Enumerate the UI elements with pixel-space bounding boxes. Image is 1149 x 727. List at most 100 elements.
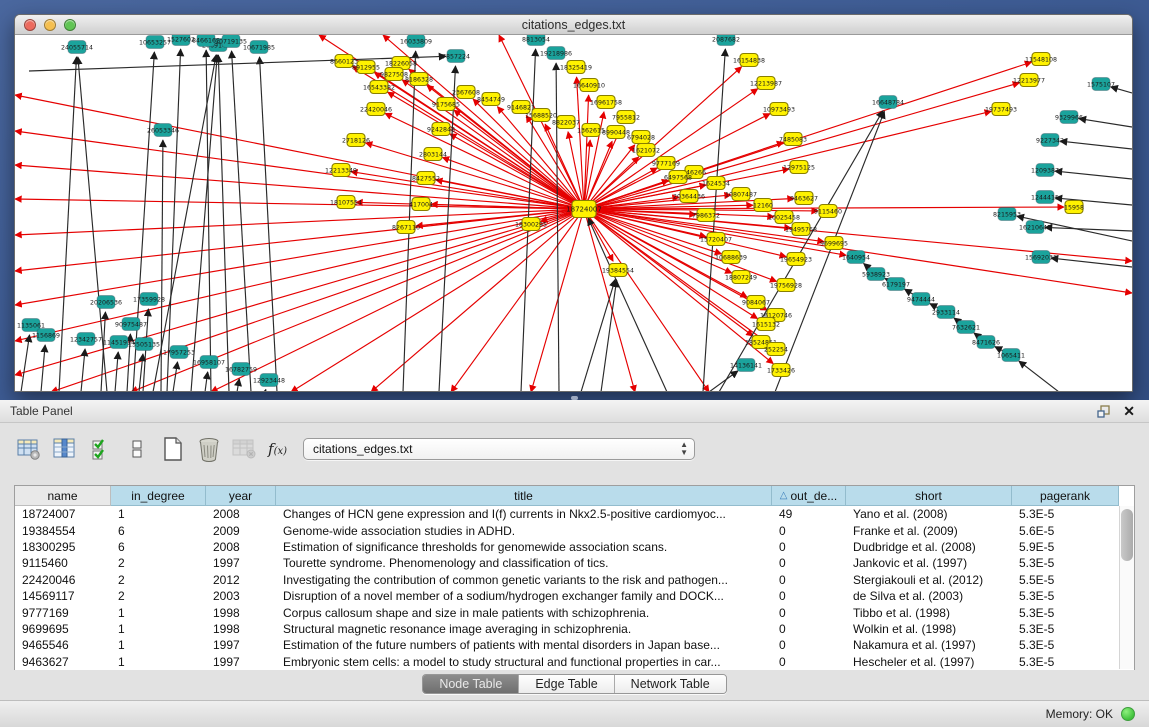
graph-node[interactable]: 8267110	[392, 221, 420, 234]
network-table-select[interactable]: citations_edges.txt ▲▼	[303, 438, 695, 460]
graph-node[interactable]: 17957253	[163, 346, 195, 359]
graph-node[interactable]: 8454749	[477, 93, 505, 106]
table-row[interactable]: 911546021997Tourette syndrome. Phenomeno…	[15, 555, 1134, 571]
graph-node[interactable]: 19654923	[780, 253, 812, 266]
graph-node[interactable]: 19737493	[985, 103, 1017, 116]
graph-node[interactable]: 12160	[753, 199, 773, 212]
graph-node[interactable]: 12975125	[783, 161, 815, 174]
table-row[interactable]: 946362711997Embryonic stem cells: a mode…	[15, 654, 1134, 670]
graph-node[interactable]: 1209387	[1031, 164, 1059, 177]
graph-node[interactable]: 10025458	[768, 211, 800, 224]
graph-node[interactable]: 8813054	[522, 35, 550, 46]
graph-node[interactable]: 7857224	[442, 50, 470, 63]
graph-node[interactable]: 7955812	[612, 111, 640, 124]
select-all-checks-icon[interactable]	[86, 436, 116, 462]
memory-ok-indicator[interactable]	[1121, 707, 1135, 721]
graph-node[interactable]: 10973493	[763, 103, 795, 116]
table-row[interactable]: 969969511998Structural magnetic resonanc…	[15, 621, 1134, 637]
tab-node-table[interactable]: Node Table	[423, 675, 519, 693]
graph-node[interactable]: 10671985	[243, 41, 275, 54]
graph-node[interactable]: 1527602	[167, 35, 195, 46]
graph-node[interactable]: 1621072	[632, 144, 660, 157]
graph-node[interactable]: 16033809	[400, 35, 432, 48]
graph-node[interactable]: 26053346	[147, 124, 179, 137]
table-row[interactable]: 2242004622012Investigating the contribut…	[15, 572, 1134, 588]
delete-rows-trash-icon[interactable]	[194, 436, 224, 462]
graph-node[interactable]: 9699695	[820, 237, 848, 250]
network-view-window[interactable]: citations_edges.txt 24055714206914061065…	[14, 14, 1133, 392]
graph-node[interactable]: 252254	[764, 343, 788, 356]
graph-node[interactable]: 90975487	[115, 318, 147, 331]
network-window-titlebar[interactable]: citations_edges.txt	[15, 15, 1132, 35]
graph-node[interactable]: 14136141	[730, 359, 762, 372]
graph-node[interactable]: 10688639	[715, 251, 747, 264]
graph-node[interactable]: 10807487	[725, 188, 757, 201]
graph-node[interactable]: 12923448	[253, 374, 285, 387]
graph-node[interactable]: 9115460	[814, 205, 842, 218]
graph-node[interactable]: 12213987	[750, 77, 782, 90]
column-header-short[interactable]: short	[846, 486, 1012, 506]
graph-node[interactable]: 18107554	[330, 196, 362, 209]
table-row[interactable]: 1938455462009Genome-wide association stu…	[15, 522, 1134, 538]
graph-node[interactable]: 12342757	[70, 333, 102, 346]
graph-node[interactable]: 11548108	[1025, 53, 1057, 66]
vertical-scrollbar-thumb[interactable]	[1121, 509, 1133, 561]
table-row[interactable]: 977716911998Corpus callosum shape and si…	[15, 604, 1134, 620]
graph-node[interactable]: 15692031	[1025, 251, 1057, 264]
table-row[interactable]: 1830029562008Estimation of significance …	[15, 539, 1134, 555]
graph-node[interactable]: 19218986	[540, 47, 572, 60]
close-panel-icon[interactable]: ✕	[1123, 404, 1135, 418]
graph-node[interactable]: 417004	[409, 198, 433, 211]
float-panel-icon[interactable]	[1097, 405, 1111, 418]
graph-node[interactable]: 15958	[1064, 201, 1084, 214]
table-settings-icon[interactable]	[14, 436, 44, 462]
network-canvas[interactable]: 2405571420691406106532571527602846616210…	[15, 35, 1132, 391]
graph-node[interactable]: 22420046	[360, 103, 392, 116]
graph-node[interactable]: 16648784	[872, 96, 904, 109]
table-row[interactable]: 1872400712008Changes of HCN gene express…	[15, 506, 1134, 522]
graph-node[interactable]: 2367608	[452, 86, 480, 99]
graph-node[interactable]: 24055714	[61, 41, 93, 54]
graph-node[interactable]: 1624534	[702, 177, 730, 190]
table-row[interactable]: 1456911722003Disruption of a novel membe…	[15, 588, 1134, 604]
graph-node[interactable]: 16961758	[590, 96, 622, 109]
graph-node[interactable]: 9227342	[1036, 134, 1064, 147]
graph-node[interactable]: 8990448	[602, 126, 630, 139]
select-column-icon[interactable]	[50, 436, 80, 462]
function-builder-icon[interactable]: f(x)	[268, 440, 287, 458]
column-header-title[interactable]: title	[276, 486, 772, 506]
graph-node[interactable]: 2803144	[419, 148, 447, 161]
graph-node[interactable]: 19495768	[785, 223, 817, 236]
graph-node[interactable]: 2087682	[712, 35, 740, 46]
graph-node[interactable]: 16782759	[225, 363, 257, 376]
graph-node[interactable]: 18724007	[566, 201, 602, 218]
graph-node[interactable]: 2718126	[342, 134, 370, 147]
graph-node[interactable]: 18325419	[560, 61, 592, 74]
column-header-year[interactable]: year	[206, 486, 276, 506]
column-header-in_degree[interactable]: in_degree	[111, 486, 206, 506]
new-table-icon[interactable]	[158, 436, 188, 462]
network-graph-canvas[interactable]: 2405571420691406106532571527602846616210…	[15, 35, 1132, 391]
tab-edge-table[interactable]: Edge Table	[519, 675, 614, 693]
graph-node[interactable]: 20206536	[90, 296, 122, 309]
graph-node[interactable]: 12213977	[1013, 74, 1045, 87]
table-row[interactable]: 946554611997Estimation of the future num…	[15, 637, 1134, 653]
graph-node[interactable]: 6794028	[627, 131, 655, 144]
graph-node[interactable]: 9242848	[427, 123, 455, 136]
tab-network-table[interactable]: Network Table	[615, 675, 726, 693]
graph-node[interactable]: 17359928	[133, 293, 165, 306]
column-header-pagerank[interactable]: pagerank	[1012, 486, 1119, 506]
row-height-icon[interactable]	[122, 436, 152, 462]
graph-node[interactable]: 1244415	[1031, 191, 1059, 204]
column-header-name[interactable]: name	[15, 486, 111, 506]
vertical-scrollbar[interactable]	[1119, 506, 1134, 669]
graph-node[interactable]: 1575107	[1087, 78, 1115, 91]
graph-node[interactable]: 16154838	[733, 54, 765, 67]
graph-node[interactable]: 9463627	[790, 192, 818, 205]
graph-node[interactable]: 16958107	[193, 356, 225, 369]
graph-node[interactable]: 9329966	[1055, 111, 1083, 124]
graph-node[interactable]: 1733426	[767, 364, 795, 377]
graph-node[interactable]: 7632621	[952, 321, 980, 334]
graph-node[interactable]: 9084067	[742, 296, 770, 309]
graph-node[interactable]: 8215953	[993, 208, 1021, 221]
